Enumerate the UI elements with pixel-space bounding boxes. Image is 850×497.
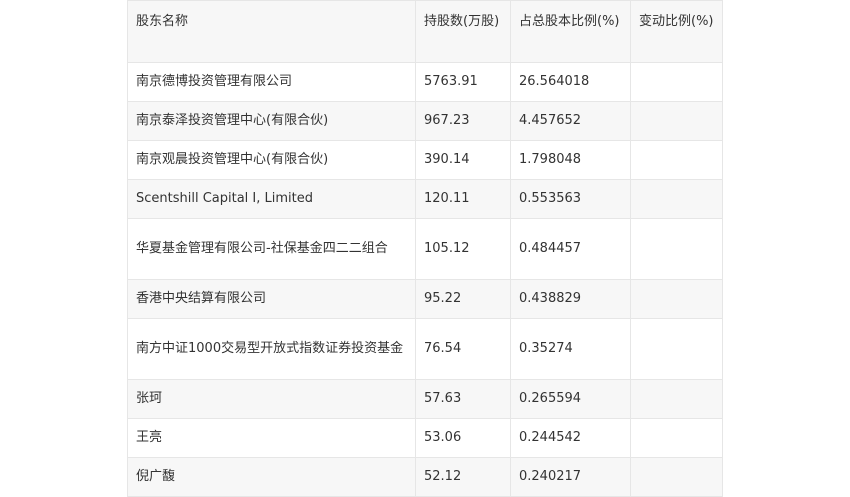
cell-change-ratio [630, 318, 723, 380]
cell-change-ratio [630, 140, 723, 180]
cell-shares-held: 390.14 [415, 140, 511, 180]
cell-shares-held: 95.22 [415, 279, 511, 319]
cell-change-ratio [630, 179, 723, 219]
table-row: 张珂 57.63 0.265594 [127, 379, 723, 419]
cell-shareholder-name: 南京观晨投资管理中心(有限合伙) [127, 140, 416, 180]
table-row: 王亮 53.06 0.244542 [127, 418, 723, 458]
cell-change-ratio [630, 418, 723, 458]
cell-shareholder-name: 南方中证1000交易型开放式指数证券投资基金 [127, 318, 416, 380]
cell-share-ratio: 1.798048 [510, 140, 631, 180]
header-share-ratio: 占总股本比例(%) [510, 0, 631, 63]
table-row: 南京泰泽投资管理中心(有限合伙) 967.23 4.457652 [127, 101, 723, 141]
cell-shares-held: 53.06 [415, 418, 511, 458]
cell-shares-held: 967.23 [415, 101, 511, 141]
table-header-row: 股东名称 持股数(万股) 占总股本比例(%) 变动比例(%) [127, 0, 723, 63]
table-row: Scentshill Capital I, Limited 120.11 0.5… [127, 179, 723, 219]
table-row: 华夏基金管理有限公司-社保基金四二二组合 105.12 0.484457 [127, 218, 723, 280]
cell-shareholder-name: 华夏基金管理有限公司-社保基金四二二组合 [127, 218, 416, 280]
cell-share-ratio: 0.484457 [510, 218, 631, 280]
header-shares-held: 持股数(万股) [415, 0, 511, 63]
cell-shares-held: 52.12 [415, 457, 511, 497]
table-row: 倪广馥 52.12 0.240217 [127, 457, 723, 497]
cell-change-ratio [630, 279, 723, 319]
cell-shareholder-name: Scentshill Capital I, Limited [127, 179, 416, 219]
cell-share-ratio: 0.240217 [510, 457, 631, 497]
cell-share-ratio: 0.553563 [510, 179, 631, 219]
cell-shareholder-name: 南京德博投资管理有限公司 [127, 62, 416, 102]
cell-share-ratio: 0.244542 [510, 418, 631, 458]
cell-shares-held: 76.54 [415, 318, 511, 380]
cell-shares-held: 5763.91 [415, 62, 511, 102]
cell-shares-held: 57.63 [415, 379, 511, 419]
cell-share-ratio: 4.457652 [510, 101, 631, 141]
table-row: 南京德博投资管理有限公司 5763.91 26.564018 [127, 62, 723, 102]
cell-shares-held: 120.11 [415, 179, 511, 219]
shareholders-table: 股东名称 持股数(万股) 占总股本比例(%) 变动比例(%) 南京德博投资管理有… [127, 0, 723, 497]
cell-change-ratio [630, 218, 723, 280]
cell-shareholder-name: 香港中央结算有限公司 [127, 279, 416, 319]
cell-shareholder-name: 王亮 [127, 418, 416, 458]
header-shareholder-name: 股东名称 [127, 0, 416, 63]
cell-share-ratio: 26.564018 [510, 62, 631, 102]
cell-shareholder-name: 倪广馥 [127, 457, 416, 497]
cell-shareholder-name: 张珂 [127, 379, 416, 419]
cell-share-ratio: 0.438829 [510, 279, 631, 319]
cell-share-ratio: 0.35274 [510, 318, 631, 380]
table-row: 南方中证1000交易型开放式指数证券投资基金 76.54 0.35274 [127, 318, 723, 380]
table-row: 香港中央结算有限公司 95.22 0.438829 [127, 279, 723, 319]
cell-change-ratio [630, 457, 723, 497]
cell-change-ratio [630, 62, 723, 102]
cell-change-ratio [630, 379, 723, 419]
cell-shareholder-name: 南京泰泽投资管理中心(有限合伙) [127, 101, 416, 141]
cell-change-ratio [630, 101, 723, 141]
cell-shares-held: 105.12 [415, 218, 511, 280]
cell-share-ratio: 0.265594 [510, 379, 631, 419]
header-change-ratio: 变动比例(%) [630, 0, 723, 63]
table-row: 南京观晨投资管理中心(有限合伙) 390.14 1.798048 [127, 140, 723, 180]
